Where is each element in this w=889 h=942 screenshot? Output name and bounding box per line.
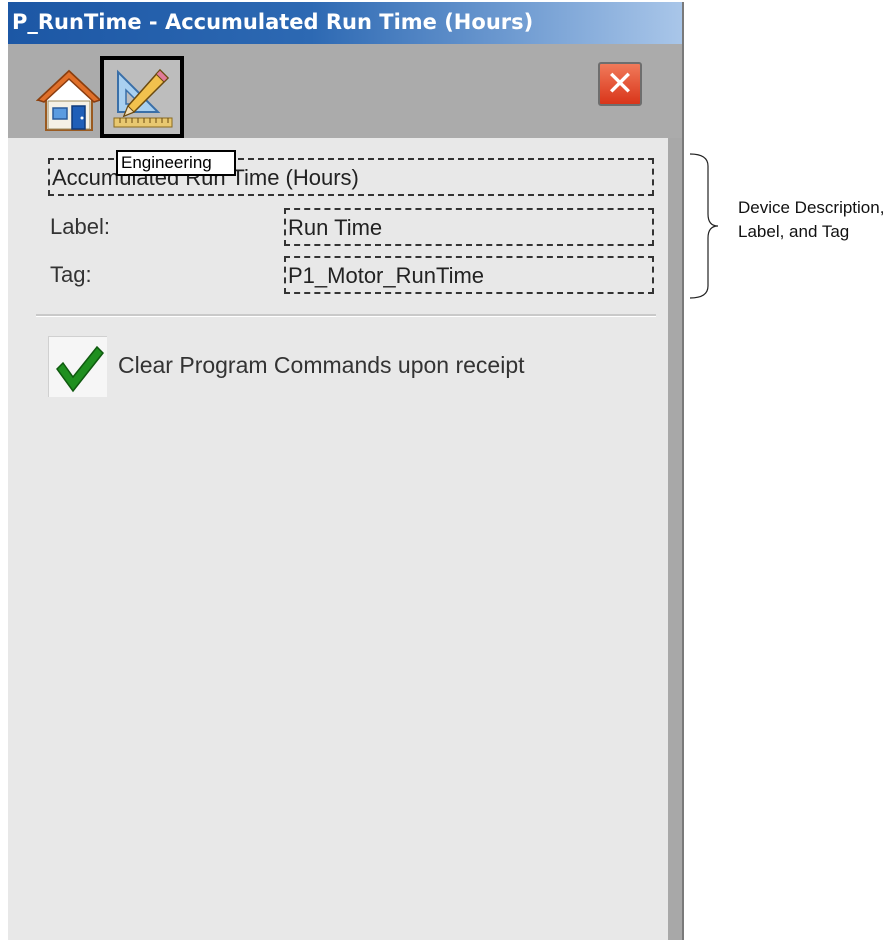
annotation-line-1: Device Description, (738, 198, 885, 217)
faceplate-window: P_RunTime - Accumulated Run Time (Hours) (8, 2, 684, 940)
divider (36, 314, 656, 317)
clear-program-commands-label: Clear Program Commands upon receipt (118, 352, 525, 378)
engineering-tooltip: Engineering (116, 150, 236, 176)
engineering-panel: Accumulated Run Time (Hours) Label: Run … (8, 138, 668, 940)
close-icon: ✕ (605, 64, 635, 104)
annotation-brace (689, 153, 719, 299)
label-caption: Label: (50, 214, 110, 239)
close-button[interactable]: ✕ (598, 62, 642, 106)
engineering-icon (113, 68, 173, 128)
home-icon (35, 69, 103, 131)
clear-program-commands-checkbox[interactable] (48, 336, 107, 397)
checkmark-icon (56, 345, 105, 393)
annotation-line-2: Label, and Tag (738, 222, 850, 241)
window-title: P_RunTime - Accumulated Run Time (Hours) (12, 10, 534, 34)
title-bar[interactable]: P_RunTime - Accumulated Run Time (Hours) (8, 2, 682, 44)
engineering-button[interactable] (100, 56, 184, 138)
toolbar: ✕ (8, 44, 682, 138)
home-button[interactable] (35, 68, 103, 132)
annotation-callout: Device Description, Label, and Tag (738, 196, 888, 244)
tag-caption: Tag: (50, 262, 92, 287)
tag-field[interactable]: P1_Motor_RunTime (284, 256, 654, 294)
label-field[interactable]: Run Time (284, 208, 654, 246)
